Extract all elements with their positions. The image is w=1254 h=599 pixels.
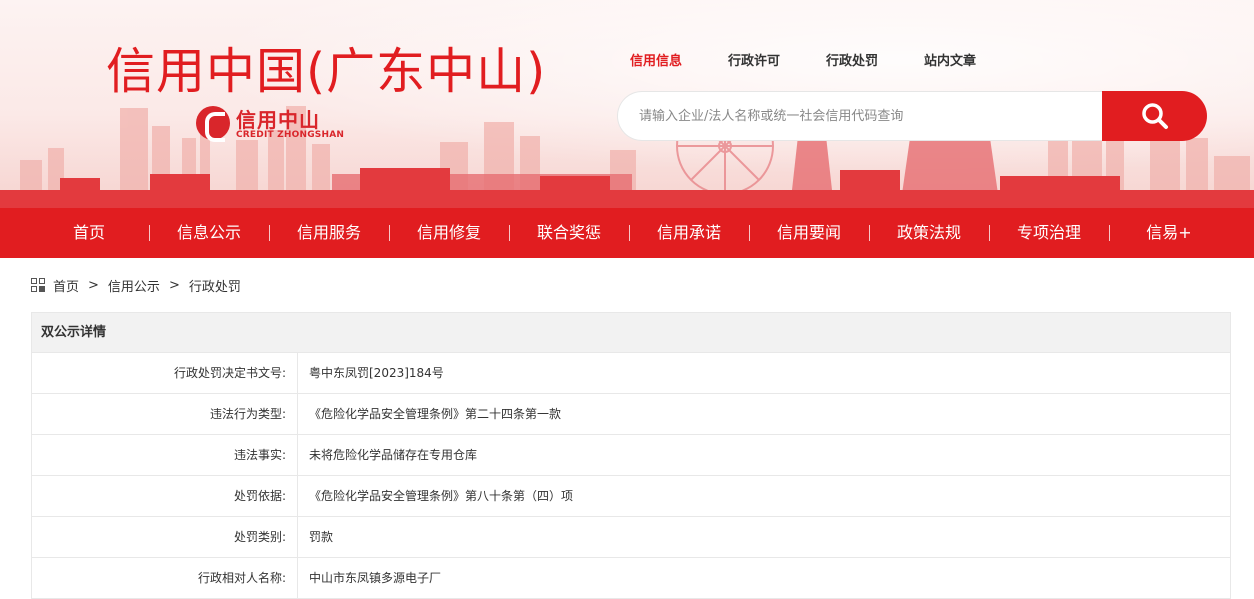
- nav-item-credit-service[interactable]: 信用服务: [269, 208, 389, 258]
- logo-chinese-text: 信用中山: [236, 108, 320, 132]
- row-value: 《危险化学品安全管理条例》第二十四条第一款: [309, 407, 562, 421]
- nav-item-special-governance[interactable]: 专项治理: [989, 208, 1109, 258]
- logo-english-text: CREDIT ZHONGSHAN: [236, 130, 345, 140]
- row-value: 罚款: [309, 530, 334, 544]
- header-banner: 信用中国(广东中山) 信用中山 CREDIT ZHONGSHAN 信用信息 行政…: [0, 0, 1254, 208]
- breadcrumb-credit-disclosure[interactable]: 信用公示: [108, 276, 160, 295]
- row-value: 《危险化学品安全管理条例》第八十条第（四）项: [309, 489, 574, 503]
- nav-item-info-disclosure[interactable]: 信息公示: [149, 208, 269, 258]
- nav-item-home[interactable]: 首页: [29, 208, 149, 258]
- main-nav: 首页 信息公示 信用服务 信用修复 联合奖惩 信用承诺 信用要闻 政策法规 专项…: [0, 208, 1254, 258]
- row-label: 违法行为类型:: [32, 394, 298, 434]
- search-input[interactable]: [617, 91, 1117, 141]
- grid-icon: [31, 278, 45, 292]
- row-label: 处罚类别:: [32, 517, 298, 557]
- nav-item-joint-rewards[interactable]: 联合奖惩: [509, 208, 629, 258]
- breadcrumb-current: 行政处罚: [188, 279, 241, 295]
- breadcrumb-home[interactable]: 首页: [53, 276, 79, 295]
- nav-item-xinyi-plus[interactable]: 信易+: [1109, 208, 1229, 258]
- row-value: 未将危险化学品储存在专用仓库: [309, 448, 478, 462]
- credit-zhongshan-logo[interactable]: 信用中山 CREDIT ZHONGSHAN: [196, 104, 346, 144]
- nav-item-credit-repair[interactable]: 信用修复: [389, 208, 509, 258]
- nav-item-credit-commitment[interactable]: 信用承诺: [629, 208, 749, 258]
- row-label: 行政处罚决定书文号:: [32, 353, 298, 393]
- table-row: 处罚类别: 罚款: [32, 517, 1230, 558]
- row-value: 粤中东凤罚[2023]184号: [309, 366, 444, 380]
- row-label: 处罚依据:: [32, 476, 298, 516]
- table-row: 行政相对人名称: 中山市东凤镇多源电子厂: [32, 558, 1230, 599]
- breadcrumb: 首页 > 信用公示 > 行政处罚: [31, 276, 241, 295]
- nav-item-policies[interactable]: 政策法规: [869, 208, 989, 258]
- table-row: 违法行为类型: 《危险化学品安全管理条例》第二十四条第一款: [32, 394, 1230, 435]
- credit-logo-icon: [196, 106, 230, 142]
- top-link-admin-license[interactable]: 行政许可: [728, 50, 780, 72]
- search-button[interactable]: [1102, 91, 1207, 141]
- nav-item-credit-news[interactable]: 信用要闻: [749, 208, 869, 258]
- detail-table: 双公示详情 行政处罚决定书文号: 粤中东凤罚[2023]184号 违法行为类型:…: [31, 312, 1231, 599]
- top-link-bar: 信用信息 行政许可 行政处罚 站内文章: [630, 50, 1022, 72]
- table-row: 处罚依据: 《危险化学品安全管理条例》第八十条第（四）项: [32, 476, 1230, 517]
- row-label: 违法事实:: [32, 435, 298, 475]
- table-row: 违法事实: 未将危险化学品储存在专用仓库: [32, 435, 1230, 476]
- top-link-site-articles[interactable]: 站内文章: [924, 50, 976, 72]
- top-link-credit-info[interactable]: 信用信息: [630, 50, 682, 72]
- breadcrumb-separator: >: [88, 277, 99, 293]
- site-title: 信用中国(广东中山): [106, 43, 547, 100]
- row-value: 中山市东凤镇多源电子厂: [309, 571, 442, 585]
- search-icon: [1142, 103, 1168, 129]
- search-bar: [617, 91, 1207, 141]
- row-label: 行政相对人名称:: [32, 558, 298, 598]
- breadcrumb-separator: >: [168, 277, 180, 293]
- detail-title: 双公示详情: [32, 313, 1230, 353]
- table-row: 行政处罚决定书文号: 粤中东凤罚[2023]184号: [32, 353, 1230, 394]
- top-link-admin-penalty[interactable]: 行政处罚: [826, 50, 878, 72]
